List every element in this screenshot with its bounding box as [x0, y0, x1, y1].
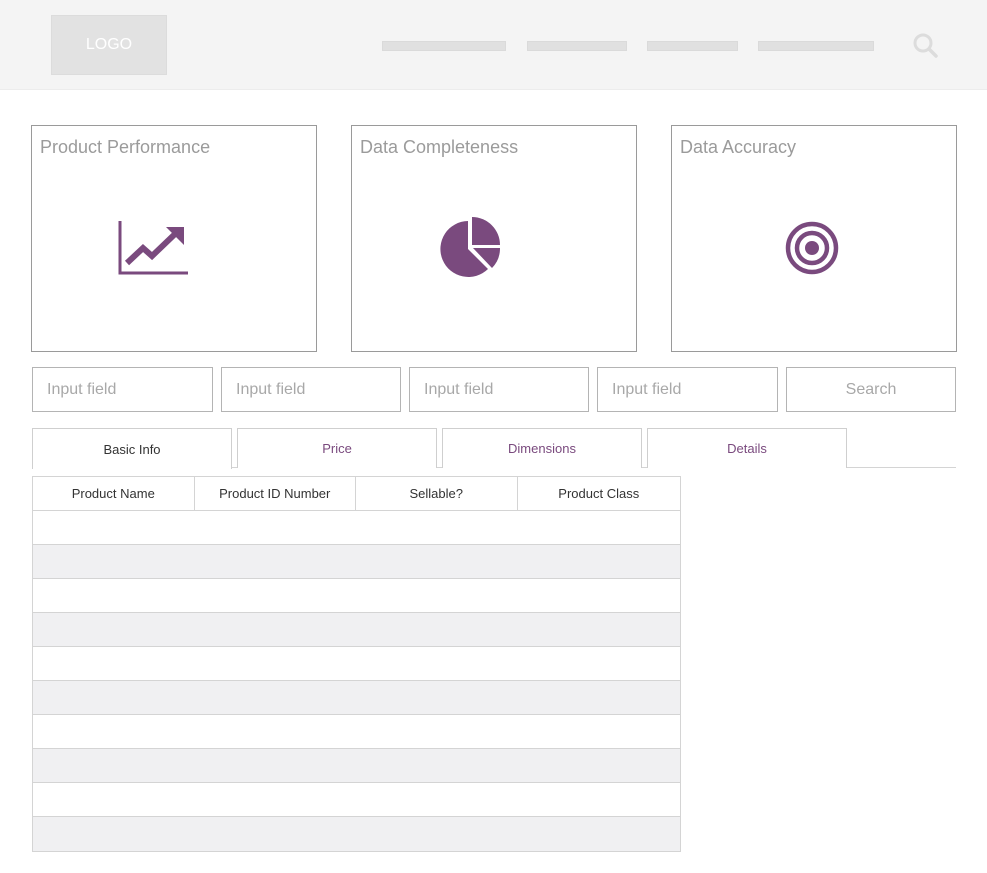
table-row[interactable] — [33, 579, 680, 613]
card-title: Data Accuracy — [680, 137, 797, 157]
table-body — [33, 511, 680, 851]
header: LOGO — [0, 0, 987, 90]
filter-input-3[interactable] — [409, 367, 589, 412]
filter-input-2[interactable] — [221, 367, 401, 412]
table-row[interactable] — [33, 613, 680, 647]
nav-link-2[interactable] — [527, 41, 627, 51]
tab-basic-info[interactable]: Basic Info — [32, 428, 232, 469]
product-table: Product Name Product ID Number Sellable?… — [32, 476, 681, 852]
card-title: Product Performance — [40, 137, 211, 157]
table-row[interactable] — [33, 817, 680, 851]
column-header-product-id[interactable]: Product ID Number — [195, 477, 356, 510]
column-header-product-name[interactable]: Product Name — [33, 477, 195, 510]
column-header-sellable[interactable]: Sellable? — [356, 477, 518, 510]
filter-input-1[interactable] — [32, 367, 213, 412]
target-icon — [785, 221, 839, 275]
data-completeness-card[interactable]: Data Completeness — [351, 125, 637, 352]
search-button[interactable]: Search — [786, 367, 956, 412]
tab-dimensions[interactable]: Dimensions — [442, 428, 642, 468]
filter-input-4[interactable] — [597, 367, 778, 412]
logo[interactable]: LOGO — [51, 15, 167, 75]
table-row[interactable] — [33, 681, 680, 715]
table-header: Product Name Product ID Number Sellable?… — [33, 477, 680, 511]
tab-price[interactable]: Price — [237, 428, 437, 468]
table-row[interactable] — [33, 647, 680, 681]
trending-up-chart-icon — [118, 221, 188, 275]
table-row[interactable] — [33, 749, 680, 783]
product-performance-card[interactable]: Product Performance — [31, 125, 317, 352]
column-header-product-class[interactable]: Product Class — [518, 477, 681, 510]
table-row[interactable] — [33, 715, 680, 749]
table-row[interactable] — [33, 511, 680, 545]
nav-link-1[interactable] — [382, 41, 506, 51]
data-accuracy-card[interactable]: Data Accuracy — [671, 125, 957, 352]
search-icon[interactable] — [912, 32, 938, 58]
tab-details[interactable]: Details — [647, 428, 847, 468]
table-row[interactable] — [33, 545, 680, 579]
card-title: Data Completeness — [360, 137, 519, 157]
pie-chart-icon — [440, 217, 500, 277]
table-row[interactable] — [33, 783, 680, 817]
nav-link-4[interactable] — [758, 41, 874, 51]
nav-link-3[interactable] — [647, 41, 738, 51]
